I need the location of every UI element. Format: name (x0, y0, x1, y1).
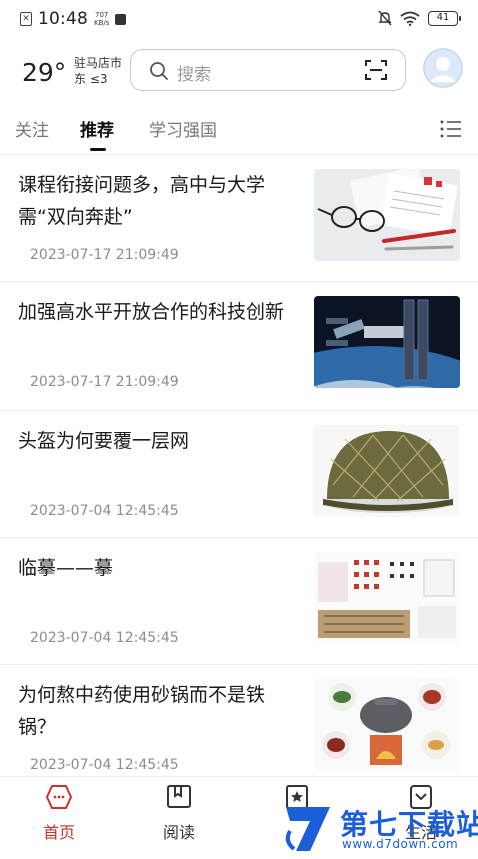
user-avatar-icon (423, 48, 463, 88)
news-item[interactable]: 课程衔接问题多，高中与大学需“双向奔赴” 2023-07-17 21:09:49 (0, 155, 478, 282)
avatar[interactable] (423, 48, 463, 88)
site-watermark: 第七下载站 www.d7down.com (280, 801, 478, 859)
channel-menu-icon[interactable] (440, 120, 462, 138)
news-date: 2023-07-04 12:45:45 (30, 757, 179, 773)
news-feed: 课程衔接问题多，高中与大学需“双向奔赴” 2023-07-17 21:09:49… (0, 155, 478, 775)
news-thumbnail-herbal-pot (314, 679, 460, 771)
silent-bell-icon (378, 10, 392, 26)
news-item[interactable]: 加强高水平开放合作的科技创新 2023-07-17 21:09:49 (0, 282, 478, 411)
nav-read[interactable]: 阅读 (144, 783, 214, 843)
news-date: 2023-07-17 21:09:49 (30, 374, 179, 390)
scan-icon[interactable] (365, 60, 387, 80)
search-bar[interactable]: 搜索 (130, 49, 406, 91)
tab-xuexi-qiangguo[interactable]: 学习强国 (149, 116, 217, 141)
news-date: 2023-07-17 21:09:49 (30, 247, 179, 263)
notification-icon: ✕ (20, 12, 32, 26)
active-tab-indicator (90, 148, 106, 151)
app-indicator-icon (115, 13, 127, 25)
home-icon (46, 785, 72, 809)
news-thumbnail-glasses-papers (314, 169, 460, 261)
watermark-logo-icon (285, 807, 330, 851)
battery-icon: 41 (428, 10, 461, 26)
news-item[interactable]: 为何熬中药使用砂锅而不是铁锅？ 2023-07-04 12:45:45 (0, 665, 478, 775)
nav-home[interactable]: 首页 (24, 783, 94, 843)
tab-recommend[interactable]: 推荐 (80, 116, 114, 141)
news-thumbnail-space-station (314, 296, 460, 388)
weather-location[interactable]: 驻马店市 东 ≤3 (74, 55, 122, 87)
top-header: 29° 驻马店市 东 ≤3 搜索 (0, 44, 478, 100)
tab-follow[interactable]: 关注 (15, 116, 49, 141)
news-title: 为何熬中药使用砂锅而不是铁锅？ (18, 684, 266, 738)
news-title: 临摹——摹 (18, 557, 114, 579)
weather-temperature[interactable]: 29° (22, 58, 66, 87)
news-item[interactable]: 临摹——摹 2023-07-04 12:45:45 (0, 538, 478, 665)
wifi-icon (400, 11, 420, 26)
net-speed: 707 KB/s (94, 11, 110, 27)
news-date: 2023-07-04 12:45:45 (30, 630, 179, 646)
clock: 10:48 (38, 9, 88, 29)
status-bar: ✕ 10:48 707 KB/s 41 (0, 0, 478, 36)
category-tabs: 关注 推荐 学习强国 (0, 108, 478, 155)
news-thumbnail-calligraphy (314, 552, 460, 644)
news-item[interactable]: 头盔为何要覆一层网 2023-07-04 12:45:45 (0, 411, 478, 538)
bottom-navigation: 首页 阅读 生活 第七下载站 www.d7down.com (0, 776, 478, 851)
news-title: 加强高水平开放合作的科技创新 (18, 301, 285, 323)
news-date: 2023-07-04 12:45:45 (30, 503, 179, 519)
news-title: 课程衔接问题多，高中与大学需“双向奔赴” (18, 174, 266, 228)
search-icon (150, 62, 168, 80)
news-thumbnail-helmet (313, 425, 459, 517)
search-input[interactable]: 搜索 (177, 60, 211, 85)
book-icon (167, 785, 191, 808)
news-title: 头盔为何要覆一层网 (18, 430, 190, 452)
